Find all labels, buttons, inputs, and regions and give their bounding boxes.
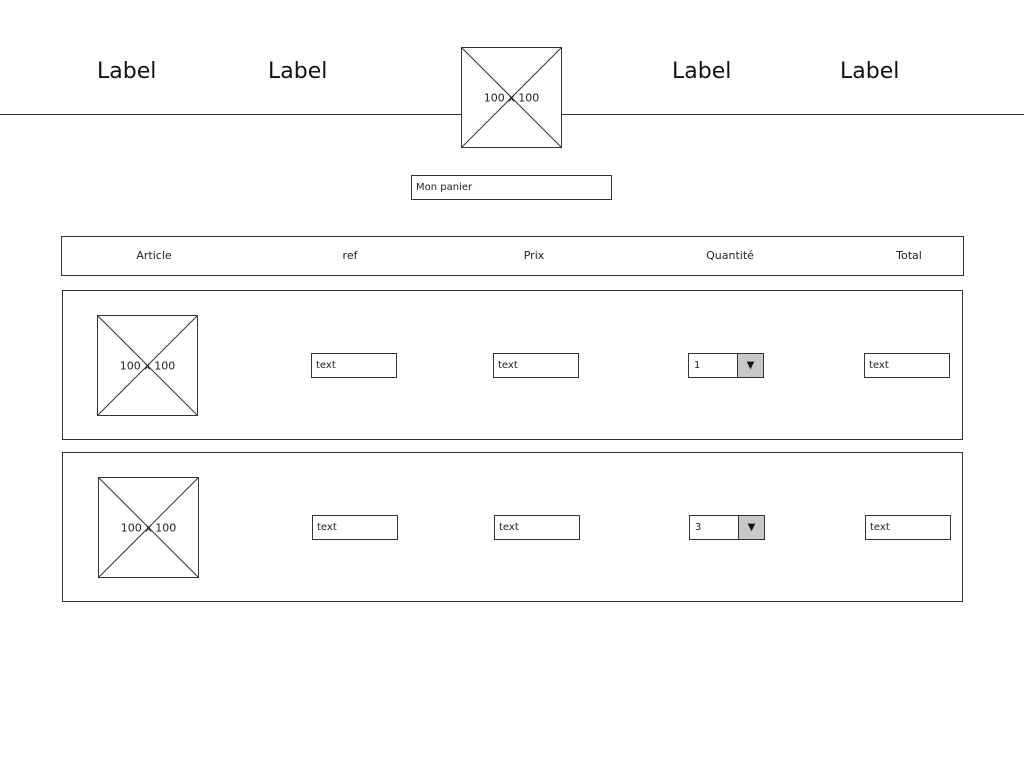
- column-header-ref: ref: [342, 249, 358, 262]
- product-image-placeholder: 100 x 100: [97, 315, 198, 416]
- column-header-quantite: Quantité: [706, 249, 754, 262]
- cart-item-row-1: 100 x 100 1 ▼: [62, 290, 963, 440]
- total-input[interactable]: [865, 515, 951, 540]
- cart-title: Mon panier: [411, 175, 612, 200]
- column-header-article: Article: [136, 249, 172, 262]
- cart-item-row-2: 100 x 100 3 ▼: [62, 452, 963, 602]
- chevron-down-icon[interactable]: ▼: [737, 354, 763, 377]
- product-image-text: 100 x 100: [120, 521, 177, 534]
- quantity-dropdown[interactable]: 3 ▼: [689, 515, 765, 540]
- nav-label-1[interactable]: Label: [97, 56, 156, 88]
- product-image-placeholder: 100 x 100: [98, 477, 199, 578]
- quantity-dropdown[interactable]: 1 ▼: [688, 353, 764, 378]
- ref-input[interactable]: [311, 353, 397, 378]
- quantity-value: 1: [694, 360, 701, 371]
- nav-label-3[interactable]: Label: [672, 56, 731, 88]
- quantity-value: 3: [695, 522, 702, 533]
- chevron-down-icon[interactable]: ▼: [738, 516, 764, 539]
- total-input[interactable]: [864, 353, 950, 378]
- price-input[interactable]: [494, 515, 580, 540]
- column-header-prix: Prix: [523, 249, 545, 262]
- cart-table-header: Article ref Prix Quantité Total: [61, 236, 964, 276]
- logo-image-placeholder: 100 x 100: [461, 47, 562, 148]
- ref-input[interactable]: [312, 515, 398, 540]
- column-header-total: Total: [896, 249, 922, 262]
- nav-label-4[interactable]: Label: [840, 56, 899, 88]
- price-input[interactable]: [493, 353, 579, 378]
- nav-label-2[interactable]: Label: [268, 56, 327, 88]
- logo-placeholder-text: 100 x 100: [483, 91, 540, 104]
- product-image-text: 100 x 100: [119, 359, 176, 372]
